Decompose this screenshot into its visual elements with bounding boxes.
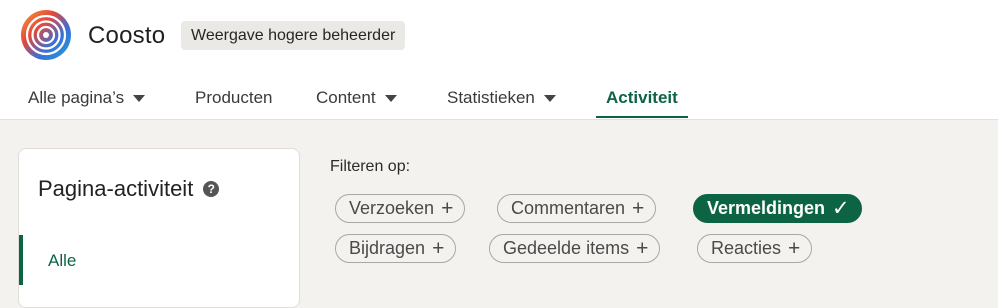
help-icon[interactable]: ?	[203, 181, 220, 197]
chevron-down-icon	[133, 95, 146, 102]
plus-icon: +	[632, 197, 645, 220]
tab-activiteit[interactable]: Activiteit	[596, 80, 688, 120]
sidebar-item-alle[interactable]: Alle	[19, 235, 299, 285]
chip-label: Vermeldingen	[707, 198, 826, 218]
tab-alle-paginas[interactable]: Alle pagina’s	[28, 80, 146, 120]
coosto-logo-icon[interactable]	[20, 9, 72, 61]
filter-label: Filteren op:	[330, 158, 411, 175]
chip-label: Verzoeken	[349, 198, 435, 218]
chip-label: Bijdragen	[349, 238, 426, 258]
plus-icon: +	[636, 237, 649, 260]
tab-statistieken[interactable]: Statistieken	[447, 80, 556, 120]
page-nav: Alle pagina’s Producten Content Statisti…	[0, 80, 998, 120]
company-name: Coosto	[88, 22, 166, 49]
tab-label: Alle pagina’s	[28, 88, 125, 107]
filter-chip-commentaren[interactable]: Commentaren +	[497, 194, 657, 223]
chevron-down-icon	[384, 95, 397, 102]
tab-producten[interactable]: Producten	[195, 80, 273, 120]
filter-chip-vermeldingen[interactable]: Vermeldingen ✓	[693, 194, 862, 223]
plus-icon: +	[788, 237, 801, 260]
checkmark-icon: ✓	[832, 197, 850, 220]
top-header: Coosto Weergave hogere beheerder Alle pa…	[0, 0, 998, 120]
tab-label: Producten	[195, 88, 273, 107]
selected-indicator	[19, 235, 23, 285]
chip-label: Gedeelde items	[503, 238, 630, 258]
filter-chip-bijdragen[interactable]: Bijdragen +	[335, 234, 457, 263]
plus-icon: +	[432, 237, 445, 260]
activity-sidebar: Pagina-activiteit ? Alle	[18, 148, 300, 308]
sidebar-title-text: Pagina-activiteit	[38, 176, 194, 201]
admin-view-badge[interactable]: Weergave hogere beheerder	[181, 21, 406, 50]
plus-icon: +	[441, 197, 454, 220]
sidebar-item-label: Alle	[48, 251, 77, 270]
filter-chip-gedeelde-items[interactable]: Gedeelde items +	[489, 234, 661, 263]
chip-label: Reacties	[711, 238, 782, 258]
chevron-down-icon	[543, 95, 556, 102]
tab-label: Statistieken	[447, 88, 535, 107]
tab-label: Activiteit	[606, 88, 678, 107]
active-tab-indicator	[596, 116, 688, 118]
sidebar-title: Pagina-activiteit ?	[38, 176, 220, 202]
tab-content[interactable]: Content	[316, 80, 397, 120]
filter-chip-reacties[interactable]: Reacties +	[697, 234, 813, 263]
filter-chip-verzoeken[interactable]: Verzoeken +	[335, 194, 466, 223]
tab-label: Content	[316, 88, 376, 107]
chip-label: Commentaren	[511, 198, 626, 218]
